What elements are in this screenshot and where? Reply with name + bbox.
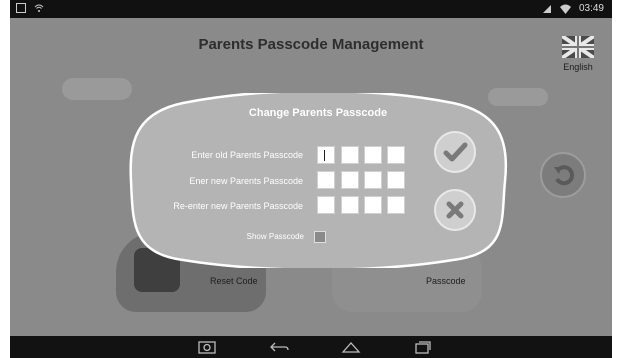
cloud-decoration (62, 78, 132, 100)
language-label: English (563, 62, 593, 72)
show-passcode-checkbox[interactable] (314, 231, 326, 243)
new-passcode-digit-4[interactable] (387, 171, 405, 189)
new-passcode-digit-3[interactable] (364, 171, 382, 189)
undo-icon (554, 165, 575, 186)
back-icon[interactable] (269, 340, 289, 354)
old-passcode-digit-4[interactable] (387, 146, 405, 164)
show-passcode-label: Show Passcode (246, 232, 304, 241)
text-cursor (324, 150, 325, 161)
home-icon[interactable] (341, 340, 361, 354)
screenshot-icon[interactable] (198, 340, 216, 354)
reenter-passcode-digit-4[interactable] (387, 196, 405, 214)
old-passcode-digit-1[interactable] (317, 146, 335, 164)
reset-code-label: Reset Code (210, 276, 258, 286)
clock: 03:49 (578, 3, 604, 14)
dialog-title: Change Parents Passcode (248, 107, 388, 119)
cancel-button[interactable] (434, 189, 476, 231)
old-passcode-label: Enter old Parents Passcode (191, 150, 303, 160)
uk-flag-icon (562, 36, 594, 58)
old-passcode-digit-2[interactable] (341, 146, 359, 164)
new-passcode-label: Ener new Parents Passcode (189, 176, 303, 186)
reenter-passcode-label: Re-enter new Parents Passcode (173, 201, 303, 211)
recent-apps-icon[interactable] (414, 340, 432, 354)
signal-icon (542, 4, 551, 13)
new-passcode-digit-2[interactable] (341, 171, 359, 189)
passcode-card-label: Passcode (426, 276, 466, 286)
reenter-passcode-digit-2[interactable] (341, 196, 359, 214)
screenshot-notification-icon (16, 3, 26, 13)
undo-button[interactable] (540, 152, 586, 198)
reenter-passcode-digit-1[interactable] (317, 196, 335, 214)
wifi-icon (559, 4, 571, 14)
close-icon (446, 201, 464, 219)
reenter-passcode-digit-3[interactable] (364, 196, 382, 214)
wifi-notification-icon (34, 4, 44, 12)
status-bar: 03:49 (10, 0, 612, 18)
check-icon (443, 142, 468, 162)
confirm-button[interactable] (434, 131, 476, 173)
navigation-bar (10, 336, 612, 358)
language-selector[interactable]: English (558, 36, 598, 72)
app-screen: 03:49 Parents Passcode Management Englis… (10, 0, 612, 358)
new-passcode-digit-1[interactable] (317, 171, 335, 189)
page-title: Parents Passcode Management (198, 36, 424, 53)
old-passcode-digit-3[interactable] (364, 146, 382, 164)
